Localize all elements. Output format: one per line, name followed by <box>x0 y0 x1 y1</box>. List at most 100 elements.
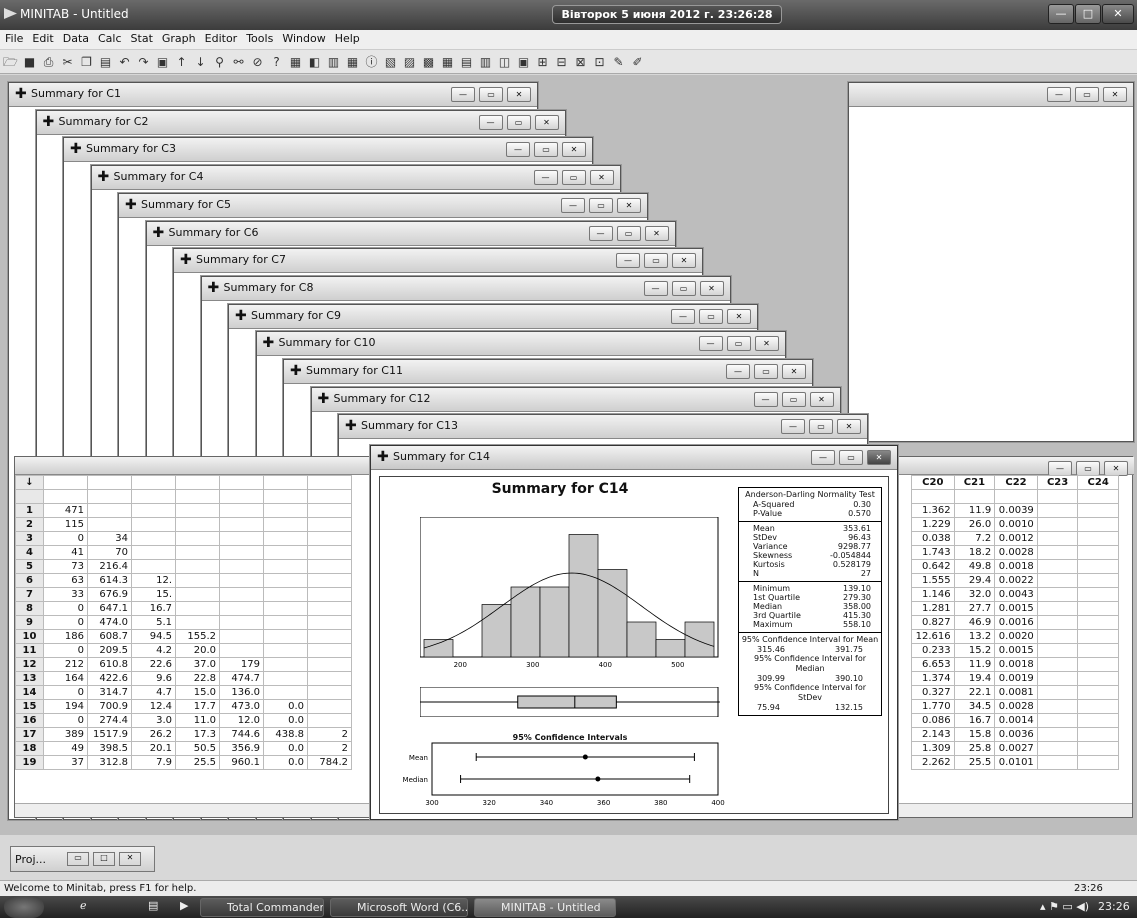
table-cell[interactable] <box>1077 713 1119 728</box>
table-cell[interactable]: 0.0039 <box>994 503 1038 518</box>
table-cell[interactable]: 18.2 <box>953 545 996 560</box>
table-cell[interactable]: 398.5 <box>87 741 132 756</box>
restore-icon[interactable]: ▭ <box>781 391 806 407</box>
table-cell[interactable] <box>1036 545 1079 560</box>
table-cell[interactable] <box>131 517 176 532</box>
column-name-cell[interactable] <box>175 489 220 504</box>
table-cell[interactable]: 216.4 <box>87 559 132 574</box>
table-cell[interactable]: 438.8 <box>263 727 308 742</box>
table-cell[interactable]: 46.9 <box>953 615 996 630</box>
worksheet-grid-right[interactable]: C20 C21 C22 C23 C24 1.362 11.9 0.0039 1.229 26.0 0… <box>911 475 1119 770</box>
close-icon[interactable]: ✕ <box>119 852 141 866</box>
toolbar-icon[interactable]: ⊟ <box>553 54 570 70</box>
menu-tools[interactable]: Tools <box>241 30 277 45</box>
restore-icon[interactable]: ▭ <box>671 280 696 296</box>
table-cell[interactable]: 2 <box>307 741 352 756</box>
table-cell[interactable] <box>1036 629 1079 644</box>
table-cell[interactable]: 15.0 <box>175 685 220 700</box>
table-cell[interactable]: 73 <box>43 559 88 574</box>
table-cell[interactable]: 0.0012 <box>994 531 1038 546</box>
table-cell[interactable]: 0 <box>43 713 88 728</box>
table-cell[interactable]: 1517.9 <box>87 727 132 742</box>
table-cell[interactable]: 29.4 <box>953 573 996 588</box>
table-cell[interactable] <box>263 615 308 630</box>
column-name-cell[interactable] <box>994 489 1038 504</box>
toolbar-icon[interactable]: ◫ <box>496 54 513 70</box>
table-cell[interactable] <box>307 559 352 574</box>
table-cell[interactable] <box>307 517 352 532</box>
column-header[interactable] <box>131 475 176 490</box>
table-cell[interactable] <box>307 629 352 644</box>
summary-window-caption[interactable]: ✚ Summary for C10— ▭ ✕ <box>256 332 785 357</box>
column-header[interactable]: C24 <box>1077 475 1119 490</box>
table-cell[interactable] <box>263 559 308 574</box>
undo-icon[interactable]: ↶ <box>116 54 133 70</box>
paste-icon[interactable]: ▤ <box>97 54 114 70</box>
table-cell[interactable] <box>307 657 352 672</box>
table-cell[interactable] <box>1077 755 1119 770</box>
summary-window-caption[interactable]: ✚ Summary for C6— ▭ ✕ <box>146 221 675 246</box>
table-cell[interactable] <box>1036 671 1079 686</box>
column-header[interactable] <box>43 475 88 490</box>
table-cell[interactable]: 647.1 <box>87 601 132 616</box>
column-name-cell[interactable] <box>263 489 308 504</box>
table-cell[interactable] <box>307 531 352 546</box>
taskbar-item-total-commander[interactable]: Total Commander 8.... <box>200 898 324 917</box>
table-cell[interactable]: 1.146 <box>911 587 955 602</box>
toolbar-icon[interactable]: ⊡ <box>591 54 608 70</box>
table-cell[interactable] <box>1036 559 1079 574</box>
table-cell[interactable]: 186 <box>43 629 88 644</box>
summary-window-caption[interactable]: ✚ Summary for C2— ▭ ✕ <box>36 110 565 135</box>
table-cell[interactable]: 49.8 <box>953 559 996 574</box>
stat-guide-icon[interactable]: ▦ <box>287 54 304 70</box>
table-cell[interactable] <box>131 531 176 546</box>
summary-window-caption[interactable]: ✚ Summary for C3— ▭ ✕ <box>64 138 592 163</box>
table-cell[interactable]: 32.0 <box>953 587 996 602</box>
table-cell[interactable]: 20.0 <box>175 643 220 658</box>
table-cell[interactable]: 0 <box>43 615 88 630</box>
close-icon[interactable]: ✕ <box>782 364 806 379</box>
table-cell[interactable]: 37 <box>43 755 88 770</box>
table-cell[interactable]: 34 <box>87 531 132 546</box>
table-cell[interactable]: 0.0019 <box>994 671 1038 686</box>
table-cell[interactable]: 33 <box>43 587 88 602</box>
table-cell[interactable]: 0.0043 <box>994 587 1038 602</box>
table-cell[interactable] <box>263 685 308 700</box>
table-cell[interactable]: 0.0020 <box>994 629 1038 644</box>
menu-data[interactable]: Data <box>58 30 93 45</box>
table-cell[interactable] <box>1077 517 1119 532</box>
session-icon[interactable]: ▣ <box>154 54 171 70</box>
table-cell[interactable]: 0.0018 <box>994 657 1038 672</box>
table-cell[interactable]: 26.2 <box>131 727 176 742</box>
table-cell[interactable] <box>1077 657 1119 672</box>
close-icon[interactable]: ✕ <box>507 87 531 102</box>
redo-icon[interactable]: ↷ <box>135 54 152 70</box>
table-cell[interactable]: 12. <box>131 573 176 588</box>
table-cell[interactable] <box>175 587 220 602</box>
table-cell[interactable]: 610.8 <box>87 657 132 672</box>
summary-window-caption[interactable]: ✚ Summary for C13— ▭ ✕ <box>339 415 867 440</box>
close-icon[interactable]: ✕ <box>727 308 751 324</box>
table-cell[interactable]: 22.8 <box>175 671 220 686</box>
table-cell[interactable]: 212 <box>43 657 88 672</box>
table-cell[interactable]: 19.4 <box>953 671 996 686</box>
table-cell[interactable]: 15.8 <box>953 727 996 742</box>
table-cell[interactable] <box>1077 643 1119 658</box>
table-cell[interactable]: 1.229 <box>911 517 955 532</box>
table-cell[interactable]: 4.2 <box>131 643 176 658</box>
table-cell[interactable] <box>1077 503 1119 518</box>
summary-window-caption[interactable]: ✚ Summary for C8— ▭ ✕ <box>201 276 730 301</box>
minimize-icon[interactable]: — <box>698 336 723 352</box>
table-cell[interactable]: 0 <box>43 685 88 700</box>
maximize-icon[interactable]: □ <box>93 852 115 866</box>
column-name-cell[interactable] <box>307 489 352 504</box>
table-cell[interactable]: 0.827 <box>911 615 955 630</box>
table-cell[interactable]: 0.0027 <box>994 741 1038 756</box>
table-cell[interactable]: 25.5 <box>953 755 996 770</box>
table-cell[interactable]: 0.0101 <box>994 755 1038 770</box>
table-cell[interactable] <box>175 573 220 588</box>
restore-icon[interactable]: ▭ <box>754 364 778 379</box>
table-cell[interactable] <box>1036 699 1079 714</box>
table-cell[interactable]: 5.1 <box>131 615 176 630</box>
table-cell[interactable] <box>1077 573 1119 588</box>
